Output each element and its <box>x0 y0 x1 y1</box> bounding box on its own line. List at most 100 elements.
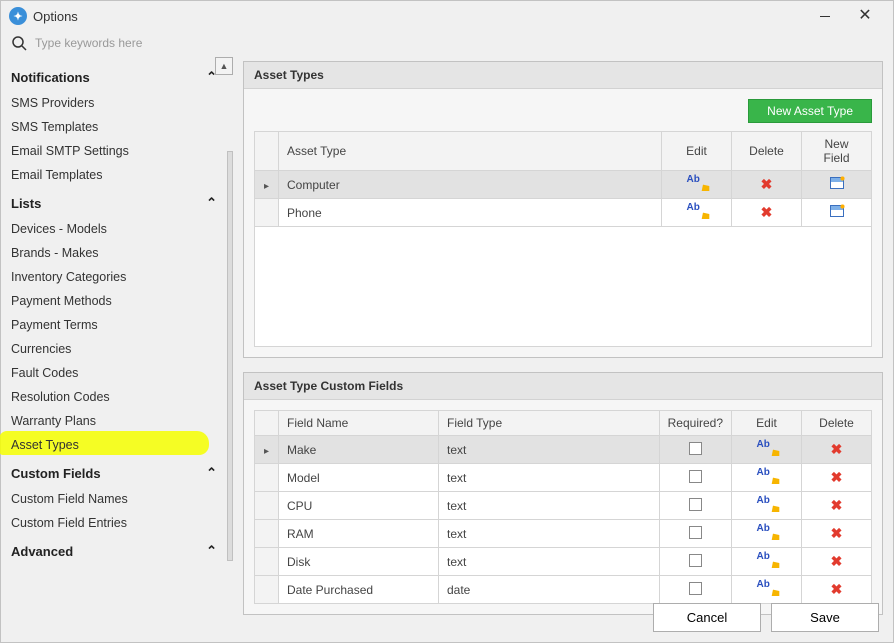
field-type-cell: text <box>439 520 660 548</box>
edit-cell[interactable] <box>732 436 802 464</box>
col-asset-type[interactable]: Asset Type <box>279 132 662 171</box>
field-name-cell: Make <box>279 436 439 464</box>
chevron-up-icon: ⌃ <box>206 69 217 85</box>
sidebar-item-payment-methods[interactable]: Payment Methods <box>11 289 223 313</box>
delete-icon: ✖ <box>831 469 843 485</box>
col-delete[interactable]: Delete <box>732 132 802 171</box>
delete-cell[interactable]: ✖ <box>802 436 872 464</box>
table-row[interactable]: Date Purchaseddate✖ <box>255 576 872 604</box>
close-button[interactable]: ✕ <box>845 1 885 31</box>
sidebar-item-email-smtp-settings[interactable]: Email SMTP Settings <box>11 139 223 163</box>
chevron-up-icon: ⌃ <box>206 465 217 481</box>
table-row[interactable]: Maketext ✖ <box>255 436 872 464</box>
required-cell[interactable] <box>659 492 731 520</box>
col-delete2[interactable]: Delete <box>802 411 872 436</box>
window-title: Options <box>33 9 805 24</box>
search-icon <box>11 35 27 51</box>
required-cell[interactable] <box>659 464 731 492</box>
app-icon: ✦ <box>9 7 27 25</box>
field-name-cell: Date Purchased <box>279 576 439 604</box>
col-required[interactable]: Required? <box>659 411 731 436</box>
new-asset-type-button[interactable]: New Asset Type <box>748 99 872 123</box>
group-header-custom-fields[interactable]: Custom Fields ⌃ <box>11 457 223 487</box>
row-indicator <box>255 171 279 199</box>
chevron-up-icon: ⌃ <box>206 195 217 211</box>
checkbox-icon <box>689 554 702 567</box>
sidebar-item-payment-terms[interactable]: Payment Terms <box>11 313 223 337</box>
sidebar-item-custom-field-entries[interactable]: Custom Field Entries <box>11 511 223 535</box>
table-icon <box>830 205 844 217</box>
delete-cell[interactable]: ✖ <box>802 520 872 548</box>
table-row[interactable]: RAMtext✖ <box>255 520 872 548</box>
delete-icon: ✖ <box>761 204 773 220</box>
col-field-name[interactable]: Field Name <box>279 411 439 436</box>
edit-cell[interactable] <box>662 199 732 227</box>
table-row[interactable]: Computer✖ <box>255 171 872 199</box>
edit-cell[interactable] <box>662 171 732 199</box>
sidebar-item-custom-field-names[interactable]: Custom Field Names <box>11 487 223 511</box>
delete-cell[interactable]: ✖ <box>802 576 872 604</box>
delete-cell[interactable]: ✖ <box>802 548 872 576</box>
delete-icon: ✖ <box>761 176 773 192</box>
edit-cell[interactable] <box>732 576 802 604</box>
sidebar-item-asset-types[interactable]: Asset Types <box>11 433 223 457</box>
edit-icon <box>759 553 775 567</box>
group-label: Notifications <box>11 70 90 85</box>
edit-cell[interactable] <box>732 464 802 492</box>
chevron-up-icon: ⌃ <box>206 543 217 559</box>
cancel-button[interactable]: Cancel <box>653 603 761 632</box>
checkbox-icon <box>689 470 702 483</box>
sidebar-scrollbar[interactable] <box>227 151 233 561</box>
table-icon <box>830 177 844 189</box>
col-newfield[interactable]: New Field <box>802 132 872 171</box>
delete-cell[interactable]: ✖ <box>732 171 802 199</box>
edit-cell[interactable] <box>732 520 802 548</box>
table-row[interactable]: Disktext✖ <box>255 548 872 576</box>
required-cell[interactable] <box>659 576 731 604</box>
save-button[interactable]: Save <box>771 603 879 632</box>
col-edit2[interactable]: Edit <box>732 411 802 436</box>
custom-fields-table: Field Name Field Type Required? Edit Del… <box>254 410 872 604</box>
field-name-cell: Model <box>279 464 439 492</box>
custom-fields-panel: Asset Type Custom Fields Field Name Fiel… <box>243 372 883 615</box>
sidebar-item-devices---models[interactable]: Devices - Models <box>11 217 223 241</box>
table-row[interactable]: CPUtext✖ <box>255 492 872 520</box>
checkbox-icon <box>689 442 702 455</box>
delete-cell[interactable]: ✖ <box>802 464 872 492</box>
edit-icon <box>759 525 775 539</box>
edit-cell[interactable] <box>732 548 802 576</box>
sidebar-item-sms-providers[interactable]: SMS Providers <box>11 91 223 115</box>
required-cell[interactable] <box>659 548 731 576</box>
group-label: Custom Fields <box>11 466 101 481</box>
delete-cell[interactable]: ✖ <box>732 199 802 227</box>
field-type-cell: text <box>439 436 660 464</box>
sidebar-item-sms-templates[interactable]: SMS Templates <box>11 115 223 139</box>
edit-icon <box>689 176 705 190</box>
edit-icon <box>759 441 775 455</box>
col-field-type[interactable]: Field Type <box>439 411 660 436</box>
sidebar-item-email-templates[interactable]: Email Templates <box>11 163 223 187</box>
group-header-advanced[interactable]: Advanced⌃ <box>11 535 223 565</box>
search-input[interactable] <box>35 36 215 50</box>
sidebar-item-fault-codes[interactable]: Fault Codes <box>11 361 223 385</box>
sidebar-item-brands---makes[interactable]: Brands - Makes <box>11 241 223 265</box>
table-row[interactable]: Modeltext✖ <box>255 464 872 492</box>
delete-icon: ✖ <box>831 497 843 513</box>
newfield-cell[interactable] <box>802 199 872 227</box>
delete-cell[interactable]: ✖ <box>802 492 872 520</box>
newfield-cell[interactable] <box>802 171 872 199</box>
delete-icon: ✖ <box>831 553 843 569</box>
minimize-button[interactable] <box>805 1 845 31</box>
col-edit[interactable]: Edit <box>662 132 732 171</box>
sidebar-item-currencies[interactable]: Currencies <box>11 337 223 361</box>
required-cell[interactable] <box>659 436 731 464</box>
row-header-blank <box>255 411 279 436</box>
group-header-notifications[interactable]: Notifications ⌃ <box>11 61 223 91</box>
sidebar-item-resolution-codes[interactable]: Resolution Codes <box>11 385 223 409</box>
table-row[interactable]: Phone✖ <box>255 199 872 227</box>
sidebar-item-warranty-plans[interactable]: Warranty Plans <box>11 409 223 433</box>
required-cell[interactable] <box>659 520 731 548</box>
sidebar-item-inventory-categories[interactable]: Inventory Categories <box>11 265 223 289</box>
edit-cell[interactable] <box>732 492 802 520</box>
group-header-lists[interactable]: Lists⌃ <box>11 187 223 217</box>
